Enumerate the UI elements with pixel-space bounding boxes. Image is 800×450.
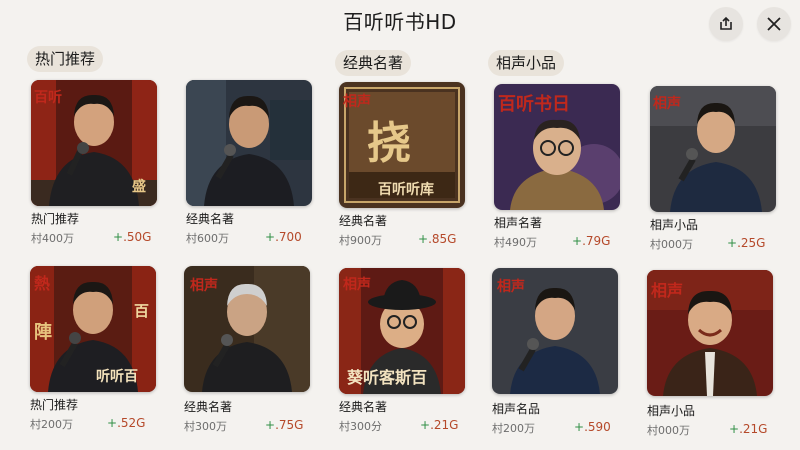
card-caption: 经典名著: [186, 212, 235, 226]
size-badge: +.21G: [729, 422, 768, 436]
app-title: 百听听书HD: [343, 10, 457, 34]
cover-tag: 百听书日: [498, 94, 570, 115]
play-count: 村200万: [30, 418, 73, 431]
play-count: 村900万: [339, 234, 382, 247]
cover-tag: 相声: [497, 279, 525, 295]
size-badge: +.79G: [572, 234, 611, 248]
play-count: 村600万: [186, 232, 229, 245]
cover-text: 陣: [34, 322, 52, 343]
cover-text: 葵听客斯百: [347, 368, 428, 387]
share-icon: [718, 16, 734, 32]
section-classics[interactable]: 经典名著: [335, 50, 412, 76]
close-button[interactable]: [757, 7, 791, 41]
card-caption: 相声名著: [494, 216, 543, 230]
cover-tag: 百听: [34, 90, 62, 106]
card-caption: 经典名著: [184, 400, 233, 414]
cover-tag: 相声: [653, 96, 681, 112]
card-caption: 热门推荐: [30, 398, 79, 412]
size-badge: +.25G: [727, 236, 766, 250]
close-icon: [766, 16, 782, 32]
card-caption: 相声名品: [492, 402, 541, 416]
card-caption: 经典名著: [339, 214, 388, 228]
play-count: 村400万: [31, 232, 74, 245]
play-count: 村200万: [492, 422, 535, 435]
size-badge: +.85G: [418, 232, 457, 246]
cover-tag: 熱: [34, 274, 51, 293]
cover-subtitle: 百听听库: [378, 182, 434, 198]
card-caption: 热门推荐: [31, 212, 80, 226]
section-hot[interactable]: 热门推荐: [27, 46, 104, 72]
size-badge: +.590: [574, 420, 611, 434]
audiobook-cover[interactable]: [186, 80, 312, 206]
card-caption: 相声小品: [650, 218, 699, 232]
play-count: 村300分: [339, 420, 382, 433]
section-crosstalk[interactable]: 相声小品: [488, 50, 565, 76]
size-badge: +.75G: [265, 418, 304, 432]
cover-tag: 相声: [190, 278, 218, 294]
cover-text: 听听百: [96, 369, 138, 385]
size-badge: +.700: [265, 230, 302, 244]
card-caption: 相声小品: [647, 404, 696, 418]
cover-text: 盛: [132, 179, 146, 195]
cover-text: 百: [134, 302, 150, 320]
size-badge: +.52G: [107, 416, 146, 430]
cover-tag: 相声: [343, 277, 371, 293]
play-count: 村490万: [494, 236, 537, 249]
card-caption: 经典名著: [339, 400, 388, 414]
share-button[interactable]: [709, 7, 743, 41]
cover-title: 挠: [367, 118, 411, 169]
cover-tag: 相声: [651, 281, 684, 300]
play-count: 村000万: [650, 238, 693, 251]
size-badge: +.50G: [113, 230, 152, 244]
size-badge: +.21G: [420, 418, 459, 432]
play-count: 村000万: [647, 424, 690, 437]
play-count: 村300万: [184, 420, 227, 433]
